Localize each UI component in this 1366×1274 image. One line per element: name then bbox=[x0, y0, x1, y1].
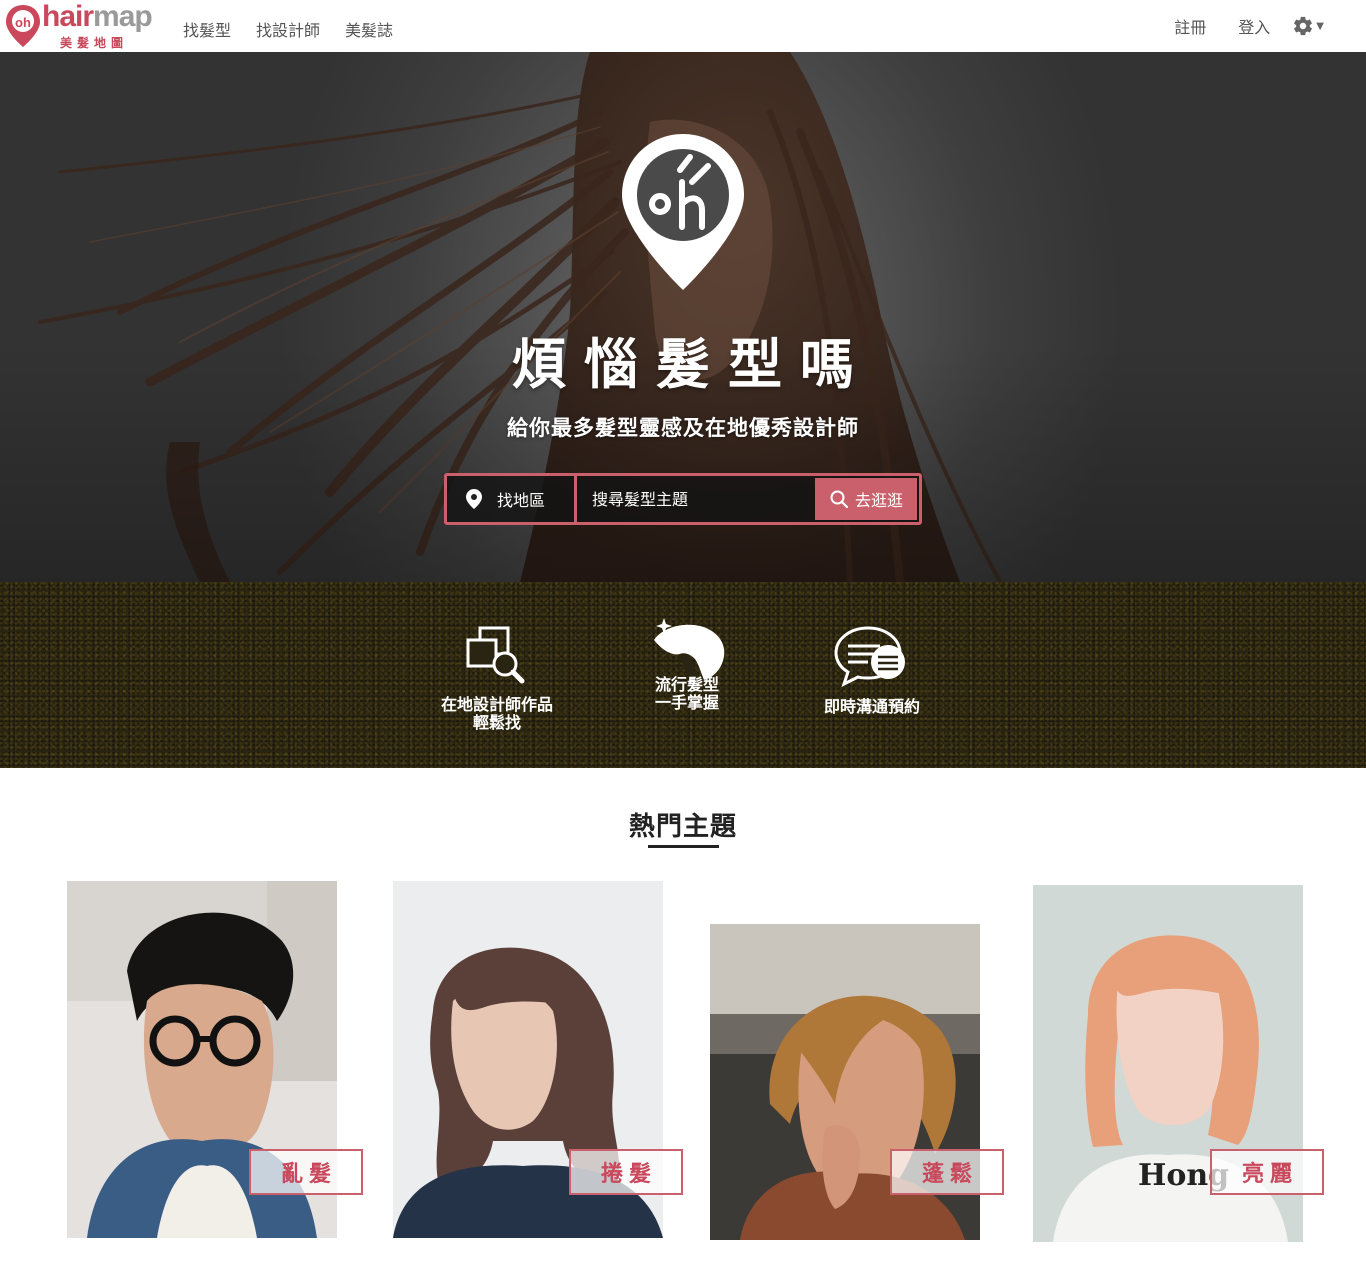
feature-trending-hairstyles: 流行髮型 一手掌握 bbox=[627, 582, 747, 712]
logo-wordmark: hairmap bbox=[42, 0, 153, 33]
gear-icon bbox=[1294, 16, 1313, 36]
main-nav-links: 找髮型 找設計師 美髮誌 bbox=[183, 17, 418, 41]
caret-down-icon: ▼ bbox=[1316, 20, 1324, 32]
svg-text:oh: oh bbox=[15, 15, 31, 30]
register-link[interactable]: 註冊 bbox=[1174, 14, 1206, 38]
feature-find-designer-works: 在地設計師作品 輕鬆找 bbox=[427, 582, 567, 732]
feature-label-3: 即時溝通預約 bbox=[823, 697, 920, 716]
topic-card-curly-hair[interactable]: 捲髮 bbox=[393, 881, 683, 1238]
topic-tag-4: 亮麗 bbox=[1210, 1149, 1324, 1195]
feature-instant-booking: 即時溝通預約 bbox=[806, 582, 938, 716]
location-pin-icon bbox=[466, 489, 482, 509]
search-submit-label: 去逛逛 bbox=[854, 491, 903, 510]
hot-topics-title: 熱門主題 bbox=[628, 812, 737, 842]
hot-topics-underline bbox=[648, 845, 719, 848]
logo-pin-icon: oh bbox=[6, 5, 40, 47]
account-nav: 註冊 登入 ▼ bbox=[1142, 14, 1324, 38]
topic-tag-2: 捲髮 bbox=[569, 1149, 683, 1195]
topic-card-bright-hair[interactable]: Hong 亮麗 bbox=[1033, 885, 1324, 1242]
hairstyle-search-input[interactable] bbox=[577, 476, 815, 522]
topic-tag-3: 蓬鬆 bbox=[890, 1149, 1004, 1195]
search-bar: 找地區 去逛逛 bbox=[444, 473, 922, 525]
hero-subtitle: 給你最多髮型靈感及在地優秀設計師 bbox=[507, 416, 859, 440]
topic-card-messy-hair[interactable]: 亂髮 bbox=[67, 881, 363, 1238]
topic-card-fluffy-hair[interactable]: 蓬鬆 bbox=[710, 924, 1004, 1240]
search-icon bbox=[830, 490, 849, 509]
hairmap-logo[interactable]: oh hairmap 美髮地圖 bbox=[4, 0, 164, 50]
region-selector-label: 找地區 bbox=[497, 491, 546, 510]
photo-search-icon bbox=[466, 626, 525, 684]
feature-label-2: 流行髮型 一手掌握 bbox=[654, 675, 719, 712]
hero-banner: 煩惱髮型嗎 給你最多髮型靈感及在地優秀設計師 找地區 去逛逛 bbox=[0, 52, 1366, 582]
features-band: 在地設計師作品 輕鬆找 流行髮型 一手掌握 即時溝通預約 bbox=[0, 582, 1366, 768]
nav-link-find-hairstyle[interactable]: 找髮型 bbox=[183, 17, 231, 41]
search-submit-button[interactable]: 去逛逛 bbox=[815, 478, 917, 520]
top-navbar: oh hairmap 美髮地圖 找髮型 找設計師 美髮誌 註冊 登入 ▼ bbox=[0, 0, 1366, 52]
logo-subtitle: 美髮地圖 bbox=[60, 36, 129, 50]
region-selector[interactable]: 找地區 bbox=[447, 476, 577, 522]
hero-title: 煩惱髮型嗎 bbox=[512, 333, 872, 396]
topic-tag-1: 亂髮 bbox=[249, 1149, 363, 1195]
nav-link-magazine[interactable]: 美髮誌 bbox=[345, 17, 393, 41]
feature-label-1: 在地設計師作品 輕鬆找 bbox=[440, 695, 553, 732]
hairmap-pin-emblem-icon bbox=[622, 134, 744, 290]
login-link[interactable]: 登入 bbox=[1238, 14, 1270, 38]
nav-link-find-designer[interactable]: 找設計師 bbox=[256, 17, 320, 41]
chat-bubbles-icon bbox=[834, 626, 905, 687]
settings-dropdown[interactable]: ▼ bbox=[1292, 15, 1324, 37]
